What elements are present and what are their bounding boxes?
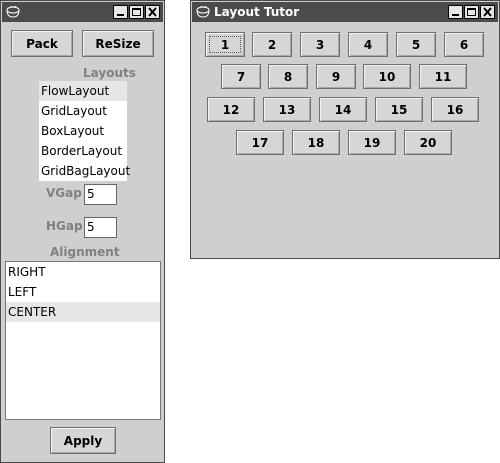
alignment-list: RIGHT LEFT CENTER: [5, 261, 161, 420]
minimize-button[interactable]: [448, 5, 463, 19]
layout-button-5[interactable]: 5: [396, 32, 436, 57]
apply-button[interactable]: Apply: [50, 427, 116, 454]
layout-item-gridbaglayout[interactable]: GridBagLayout: [39, 161, 130, 181]
layouts-list: FlowLayout GridLayout BoxLayout BorderLa…: [39, 81, 130, 181]
control-window: Pack ReSize Layouts FlowLayout GridLayou…: [0, 0, 165, 463]
layout-button-2[interactable]: 2: [252, 32, 292, 57]
layout-item-gridlayout[interactable]: GridLayout: [39, 101, 127, 121]
layout-button-16[interactable]: 16: [431, 97, 479, 122]
layout-tutor-window: Layout Tutor 1 2 3 4 5 6 7 8 9 10 11 12 …: [190, 0, 500, 259]
hgap-field[interactable]: 5: [84, 217, 117, 238]
maximize-icon: [467, 8, 476, 16]
close-icon: [148, 7, 157, 17]
minimize-icon: [452, 14, 459, 16]
layout-button-4[interactable]: 4: [348, 32, 388, 57]
vgap-label: VGap: [46, 186, 82, 200]
layout-button-15[interactable]: 15: [375, 97, 423, 122]
layout-button-18[interactable]: 18: [292, 130, 340, 155]
close-button[interactable]: [145, 5, 160, 19]
resize-button[interactable]: ReSize: [82, 30, 154, 57]
alignment-item-center[interactable]: CENTER: [6, 302, 160, 322]
alignment-item-left[interactable]: LEFT: [6, 282, 160, 302]
maximize-button[interactable]: [464, 5, 479, 19]
layout-item-boxlayout[interactable]: BoxLayout: [39, 121, 127, 141]
layout-tutor-titlebar[interactable]: Layout Tutor: [192, 2, 498, 22]
layout-button-12[interactable]: 12: [207, 97, 255, 122]
layout-button-11[interactable]: 11: [419, 64, 467, 89]
java-cup-icon: [195, 4, 211, 20]
layout-button-7[interactable]: 7: [221, 64, 261, 89]
close-icon: [483, 7, 492, 17]
layout-item-borderlayout[interactable]: BorderLayout: [39, 141, 127, 161]
window-title: Layout Tutor: [214, 5, 300, 19]
control-window-titlebar[interactable]: [2, 2, 163, 22]
minimize-button[interactable]: [113, 5, 128, 19]
layout-button-14[interactable]: 14: [319, 97, 367, 122]
alignment-heading: Alignment: [50, 245, 120, 259]
pack-button[interactable]: Pack: [11, 30, 73, 57]
layout-button-10[interactable]: 10: [363, 64, 411, 89]
java-cup-icon: [5, 4, 21, 20]
hgap-label: HGap: [46, 219, 83, 233]
layout-button-3[interactable]: 3: [300, 32, 340, 57]
close-button[interactable]: [480, 5, 495, 19]
layout-button-20[interactable]: 20: [404, 130, 452, 155]
vgap-field[interactable]: 5: [84, 184, 117, 205]
layout-button-9[interactable]: 9: [316, 64, 356, 89]
layout-button-1[interactable]: 1: [205, 32, 245, 57]
maximize-button[interactable]: [129, 5, 144, 19]
layout-button-17[interactable]: 17: [236, 130, 284, 155]
maximize-icon: [132, 8, 141, 16]
layout-button-6[interactable]: 6: [444, 32, 484, 57]
layout-item-flowlayout[interactable]: FlowLayout: [39, 81, 127, 101]
layout-button-8[interactable]: 8: [268, 64, 308, 89]
layout-button-19[interactable]: 19: [348, 130, 396, 155]
layouts-heading: Layouts: [83, 66, 136, 80]
alignment-item-right[interactable]: RIGHT: [6, 262, 160, 282]
minimize-icon: [117, 14, 124, 16]
layout-button-13[interactable]: 13: [263, 97, 311, 122]
